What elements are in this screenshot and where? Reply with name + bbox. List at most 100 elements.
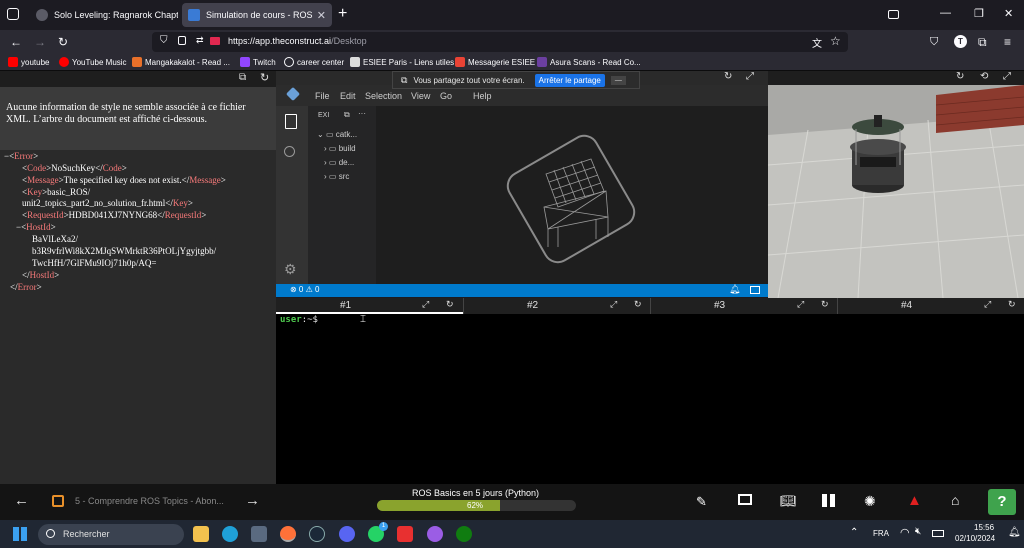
tree-folder-catkin[interactable]: ⌄ ▭ catk... (317, 130, 357, 139)
ai-assistant-icon[interactable]: ✺ (864, 493, 876, 510)
app-red-icon[interactable] (397, 526, 413, 542)
next-unit-icon[interactable]: → (245, 492, 260, 509)
restore-window-icon[interactable]: ❐ (974, 7, 984, 20)
xbox-icon[interactable] (456, 526, 472, 542)
edge-icon[interactable] (222, 526, 238, 542)
help-button[interactable]: ? (988, 489, 1016, 515)
bookmark-asura-scans[interactable]: Asura Scans - Read Co... (537, 57, 641, 67)
minimize-banner-button[interactable]: — (610, 75, 626, 85)
xml-error-open[interactable]: −<Error> (4, 151, 38, 163)
translate-icon[interactable]: 文 (812, 35, 822, 50)
forward-icon[interactable]: → (34, 34, 46, 50)
tree-folder-devel[interactable]: › ▭ de... (324, 158, 354, 167)
layout-grid-icon[interactable] (822, 494, 835, 507)
file-explorer-icon[interactable] (193, 526, 209, 542)
problems-status[interactable]: ⊗ 0 ⚠ 0 (290, 285, 319, 294)
app-purple-icon[interactable] (427, 526, 443, 542)
shield-icon[interactable]: ⛉ (160, 35, 168, 46)
tab-list-icon[interactable] (888, 10, 899, 19)
bookmark-messagerie-esiee[interactable]: Messagerie ESIEE (455, 57, 535, 67)
back-icon[interactable]: ← (10, 34, 22, 50)
ide-refresh-icon[interactable]: ↻ (724, 71, 732, 82)
desktop-icon[interactable] (738, 494, 752, 505)
sim-reset-icon[interactable]: ⟲ (980, 71, 988, 82)
menu-file[interactable]: File (315, 91, 330, 101)
sim-expand-icon[interactable]: ⤢ (1003, 71, 1011, 82)
gazebo-simulation-view[interactable]: ↻ ⟲ ⤢ (768, 71, 1024, 298)
minimize-window-icon[interactable]: — (940, 7, 951, 19)
terminal-tab-3[interactable]: #3 ⤢ ↻ (650, 298, 837, 314)
maximize-icon[interactable]: ⤢ (797, 299, 804, 310)
bookmark-twitch[interactable]: Twitch (240, 57, 276, 67)
home-icon[interactable]: ⌂ (951, 492, 959, 508)
current-unit-label[interactable]: 5 - Comprendre ROS Topics - Abon... (75, 496, 224, 506)
clock-date[interactable]: 02/10/2024 (955, 534, 995, 543)
tree-folder-src[interactable]: › ▭ src (324, 172, 349, 181)
close-tab-icon[interactable]: ✕ (313, 9, 326, 22)
clock-time[interactable]: 15:56 (974, 523, 994, 532)
more-actions-icon[interactable]: ··· (358, 109, 366, 118)
new-tab-button[interactable]: + (338, 5, 347, 23)
permissions-icon[interactable]: ⇄ (196, 35, 204, 46)
refresh-icon[interactable]: ↻ (1008, 299, 1016, 310)
xml-hostid-open[interactable]: −<HostId> (16, 222, 56, 234)
store-icon[interactable] (251, 526, 267, 542)
extensions-icon[interactable]: ⧉ (978, 34, 987, 50)
menu-help[interactable]: Help (473, 91, 492, 101)
previous-unit-icon[interactable]: ← (14, 492, 29, 509)
settings-gear-icon[interactable]: ⚙ (284, 261, 297, 278)
bookmark-youtube-music[interactable]: YouTube Music (59, 57, 127, 67)
bookmark-esiee-liens[interactable]: ESIEE Paris - Liens utiles (350, 57, 454, 67)
screen-share-indicator-icon[interactable] (210, 37, 220, 45)
bookmark-star-icon[interactable]: ☆ (830, 34, 841, 48)
warning-icon[interactable]: ▲ (907, 492, 922, 509)
layout-icon[interactable] (750, 286, 760, 294)
refresh-icon[interactable]: ↻ (446, 299, 454, 310)
terminal-output[interactable]: user:~$ ⌶ (276, 314, 1024, 484)
account-icon[interactable]: T (954, 35, 967, 48)
url-bar[interactable]: ⛉ ⇄ https://app.theconstruct.ai/Desktop … (152, 32, 848, 52)
menu-icon[interactable]: ≡ (1004, 34, 1011, 50)
bookmark-youtube[interactable]: youtube (8, 57, 49, 67)
refresh-icon[interactable]: ↻ (260, 71, 269, 84)
discord-icon[interactable] (339, 526, 355, 542)
maximize-icon[interactable]: ⤢ (422, 299, 429, 310)
refresh-icon[interactable]: ↻ (634, 299, 642, 310)
refresh-icon[interactable]: ↻ (821, 299, 829, 310)
pocket-icon[interactable]: ⛉ (930, 34, 938, 50)
bookmark-mangakakalot[interactable]: Mangakakalot - Read ... (132, 57, 230, 67)
menu-view[interactable]: View (411, 91, 430, 101)
maximize-icon[interactable]: ⤢ (610, 299, 617, 310)
new-file-icon[interactable]: ⧉ (344, 110, 350, 120)
steam-icon[interactable] (309, 526, 325, 542)
maximize-icon[interactable]: ⤢ (984, 299, 991, 310)
reload-icon[interactable]: ↻ (58, 34, 68, 50)
tab-overview-icon[interactable] (7, 8, 19, 20)
menu-selection[interactable]: Selection (365, 91, 402, 101)
firefox-icon[interactable] (280, 526, 296, 542)
notifications-icon[interactable]: 🔔︎ (1008, 527, 1021, 538)
ide-expand-icon[interactable]: ⤢ (746, 71, 754, 82)
search-icon[interactable] (284, 146, 295, 157)
close-window-icon[interactable]: ✕ (1004, 7, 1013, 20)
wifi-icon[interactable]: ◠ (900, 526, 910, 539)
battery-icon[interactable] (932, 530, 944, 537)
terminal-tab-4[interactable]: #4 ⤢ ↻ (837, 298, 1024, 314)
sim-refresh-icon[interactable]: ↻ (956, 71, 964, 82)
tree-folder-build[interactable]: › ▭ build (324, 144, 356, 153)
notifications-bell-icon[interactable]: 🔔︎ (729, 284, 740, 295)
open-external-icon[interactable]: ⧉ (239, 72, 246, 83)
volume-muted-icon[interactable]: 🔇︎ (915, 526, 921, 537)
terminal-tab-1[interactable]: #1 ⤢ ↻ (276, 298, 463, 314)
explorer-icon[interactable] (285, 114, 297, 129)
notebook-view-icon[interactable]: 📖︎ (780, 493, 797, 509)
taskbar-search-box[interactable]: Rechercher (38, 524, 184, 545)
language-indicator[interactable]: FRA (873, 529, 889, 538)
terminal-tab-2[interactable]: #2 ⤢ ↻ (463, 298, 650, 314)
stop-sharing-button[interactable]: Arrêter le partage (534, 73, 605, 87)
tab-solo-leveling[interactable]: Solo Leveling: Ragnarok Chapte (30, 3, 178, 27)
menu-go[interactable]: Go (440, 91, 452, 101)
menu-edit[interactable]: Edit (340, 91, 356, 101)
show-hidden-icons[interactable]: ⌃ (850, 527, 858, 538)
launch-simulation-icon[interactable]: ✎ (696, 494, 707, 510)
